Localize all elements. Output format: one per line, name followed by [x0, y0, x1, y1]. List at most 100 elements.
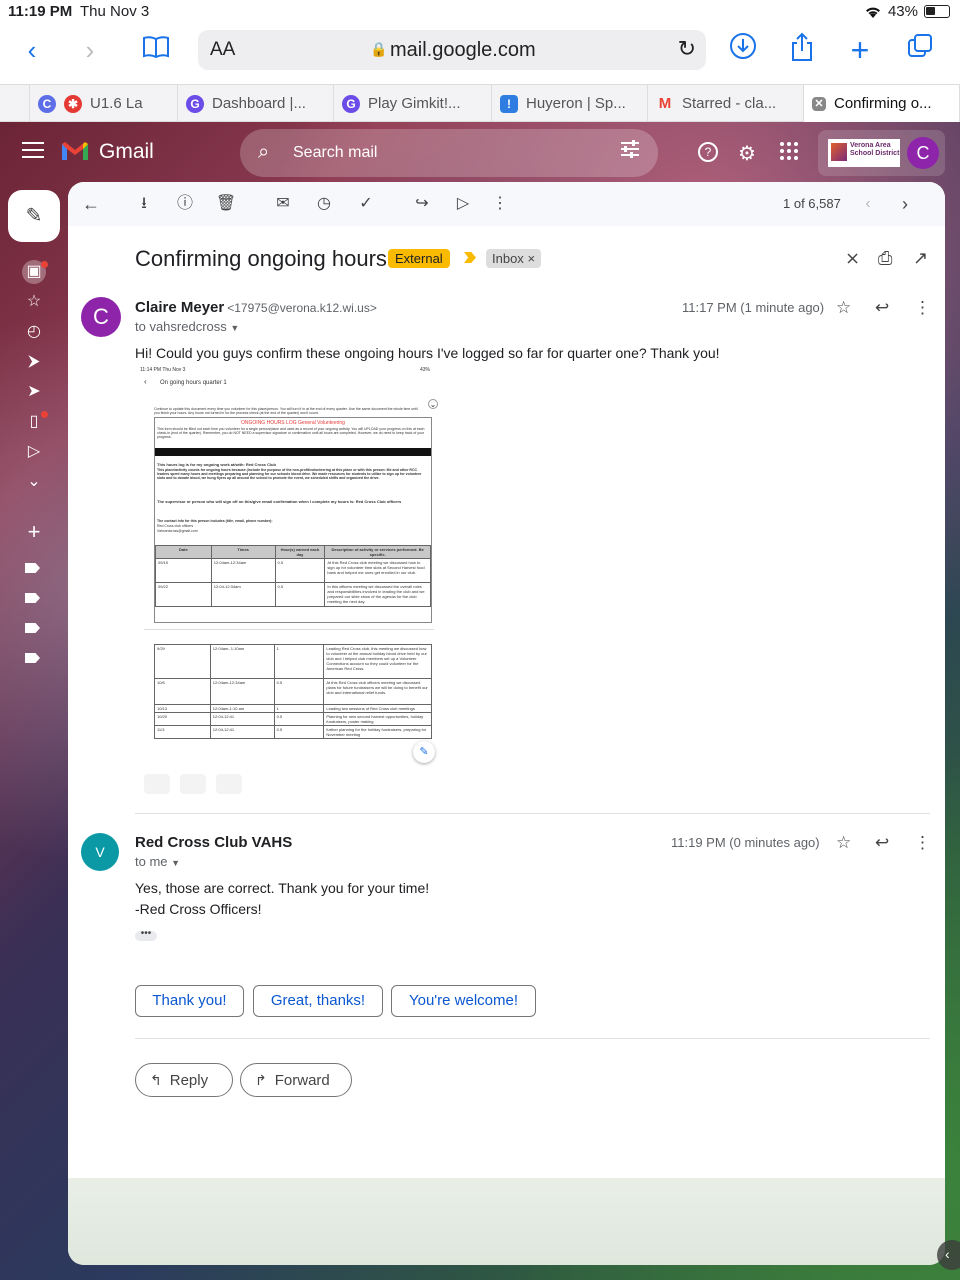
- forward-button[interactable]: ↱ Forward: [240, 1063, 352, 1097]
- label-as-icon[interactable]: ▷: [452, 193, 474, 215]
- main-menu-icon[interactable]: [22, 142, 44, 158]
- tab-gimkit[interactable]: G Play Gimkit!...: [334, 85, 492, 122]
- tab-partial[interactable]: [0, 85, 30, 122]
- tab-starred[interactable]: M Starred - cla...: [648, 85, 804, 122]
- tab-huyeron[interactable]: ! Huyeron | Sp...: [492, 85, 648, 122]
- search-options-icon[interactable]: [620, 140, 640, 164]
- message-time: 11:19 PM (0 minutes ago): [671, 835, 820, 850]
- more-options-icon[interactable]: ⋮: [489, 193, 511, 215]
- mark-unread-icon[interactable]: ✉: [272, 193, 294, 215]
- image-back-icon: ‹: [144, 377, 147, 386]
- snooze-icon[interactable]: ◷: [313, 193, 335, 215]
- image-supervisor: The supervisor or person who will sign o…: [157, 499, 402, 504]
- tab-dashboard[interactable]: G Dashboard |...: [178, 85, 334, 122]
- message-more-icon[interactable]: ⋮: [914, 833, 931, 853]
- image-table-cell: In this officers meeting we discussed th…: [324, 582, 431, 607]
- recipient-line[interactable]: to me ▼: [135, 854, 180, 869]
- account-avatar[interactable]: C: [907, 137, 939, 169]
- image-page-break: [144, 629, 434, 630]
- reply-arrow-icon[interactable]: ↩: [875, 298, 889, 318]
- address-bar[interactable]: AA 🔒 mail.google.com ↻: [198, 30, 706, 70]
- smart-reply-thank-you[interactable]: Thank you!: [135, 985, 244, 1017]
- bookmarks-icon[interactable]: [138, 32, 174, 68]
- back-icon[interactable]: ‹: [14, 32, 50, 68]
- recipient-line[interactable]: to vahsredcross ▼: [135, 319, 239, 334]
- delete-trash-icon[interactable]: 🗑: [215, 193, 237, 215]
- external-badge: External: [388, 249, 450, 268]
- image-form-text: This form should be filled out each time…: [157, 427, 425, 439]
- reload-icon[interactable]: ↻: [678, 36, 696, 62]
- image-table-cell: 0.5: [274, 558, 326, 583]
- details-chevron-down-icon[interactable]: ▼: [171, 858, 180, 868]
- search-icon[interactable]: ⌕: [258, 141, 269, 164]
- older-chevron-right-icon[interactable]: ›: [894, 193, 916, 215]
- reply-button[interactable]: ↰ Reply: [135, 1063, 233, 1097]
- smart-reply-youre-welcome[interactable]: You're welcome!: [391, 985, 536, 1017]
- collapse-side-panel-chevron-icon[interactable]: ‹: [937, 1240, 960, 1270]
- help-icon[interactable]: ?: [697, 141, 719, 169]
- sender-avatar[interactable]: C: [81, 297, 121, 337]
- image-table-cell: 12:04am-12:34am: [210, 558, 276, 583]
- newer-chevron-left-icon[interactable]: ‹: [857, 193, 879, 215]
- smart-reply-great-thanks[interactable]: Great, thanks!: [253, 985, 383, 1017]
- show-trimmed-content-icon[interactable]: •••: [135, 929, 157, 941]
- star-icon[interactable]: ☆: [836, 833, 851, 853]
- message-time: 11:17 PM (1 minute ago): [682, 300, 825, 315]
- inbox-label-chip[interactable]: Inbox ×: [486, 249, 542, 268]
- tab-label: Play Gimkit!...: [368, 95, 461, 112]
- snoozed-clock-icon[interactable]: ◴: [22, 320, 46, 344]
- more-chevron-down-icon[interactable]: ⌄: [22, 470, 46, 494]
- download-icon[interactable]: [725, 32, 761, 68]
- search-bar[interactable]: ⌕ Search mail: [240, 129, 658, 177]
- image-log-for: This hours log is for my ongoing work at…: [157, 462, 276, 467]
- sent-icon[interactable]: ➤: [22, 380, 46, 404]
- tabs-overview-icon[interactable]: [902, 32, 938, 68]
- sender-address: <17975@verona.k12.wi.us>: [227, 301, 377, 315]
- archive-icon[interactable]: ⭳: [133, 193, 155, 215]
- important-icon[interactable]: ⮞: [22, 350, 46, 374]
- collapse-all-icon[interactable]: ⨯: [845, 248, 860, 269]
- close-tab-icon[interactable]: ✕: [812, 96, 826, 111]
- back-to-inbox-icon[interactable]: ←: [80, 193, 102, 215]
- tab-label: Huyeron | Sp...: [526, 95, 626, 112]
- status-date: Thu Nov 3: [80, 3, 150, 20]
- search-input[interactable]: Search mail: [293, 144, 377, 162]
- label-outline-icon[interactable]: ▷: [22, 440, 46, 464]
- share-icon[interactable]: [784, 32, 820, 68]
- status-time: 11:19 PM: [8, 3, 73, 20]
- forward-icon[interactable]: ›: [72, 32, 108, 68]
- tab-u16[interactable]: C ✱ U1.6 La: [30, 85, 178, 122]
- image-table-cell: At this Red Cross club meeting we discus…: [324, 558, 431, 583]
- new-tab-icon[interactable]: +: [842, 32, 878, 68]
- tab-confirming[interactable]: ✕ Confirming o...: [804, 85, 960, 122]
- sender-name[interactable]: Claire Meyer <17975@verona.k12.wi.us>: [135, 299, 377, 316]
- settings-gear-icon[interactable]: ⚙: [738, 141, 756, 166]
- image-table-cell: further planning for the holiday fundrai…: [323, 725, 432, 739]
- apps-grid-icon[interactable]: [779, 141, 799, 167]
- compose-button[interactable]: ✎: [8, 190, 60, 242]
- reply-arrow-icon[interactable]: ↩: [875, 833, 889, 853]
- sender-avatar[interactable]: V: [81, 833, 119, 871]
- gmail-logo-icon: [62, 142, 88, 160]
- forward-label: Forward: [274, 1072, 330, 1089]
- move-to-icon[interactable]: ↪: [411, 193, 433, 215]
- add-to-tasks-icon[interactable]: ✓: [355, 193, 377, 215]
- message-more-icon[interactable]: ⋮: [914, 298, 931, 318]
- details-chevron-down-icon[interactable]: ▼: [230, 323, 239, 333]
- wifi-icon: [865, 7, 880, 18]
- image-table-cell: 9/29: [154, 644, 211, 679]
- text-size-button[interactable]: AA: [210, 39, 235, 61]
- sender-name[interactable]: Red Cross Club VAHS: [135, 834, 292, 851]
- open-new-window-icon[interactable]: ↗: [913, 248, 928, 269]
- create-label-plus-icon[interactable]: +: [22, 520, 46, 544]
- important-marker-icon[interactable]: [464, 252, 476, 263]
- image-hours-table-continued: 9/29 12:04am- 1:10am 1 Leading Red Cross…: [154, 644, 432, 739]
- remove-label-icon[interactable]: ×: [527, 251, 535, 266]
- inline-image-hours-log[interactable]: 11:14 PM Thu Nov 3 43% ‹ On going hours …: [140, 367, 440, 763]
- recipient-text: to me: [135, 854, 168, 869]
- report-spam-icon[interactable]: ⓘ: [174, 193, 196, 215]
- star-icon[interactable]: ☆: [836, 298, 851, 318]
- inbox-label-text: Inbox: [492, 251, 524, 266]
- starred-icon[interactable]: ☆: [22, 290, 46, 314]
- print-icon[interactable]: ⎙: [878, 248, 892, 269]
